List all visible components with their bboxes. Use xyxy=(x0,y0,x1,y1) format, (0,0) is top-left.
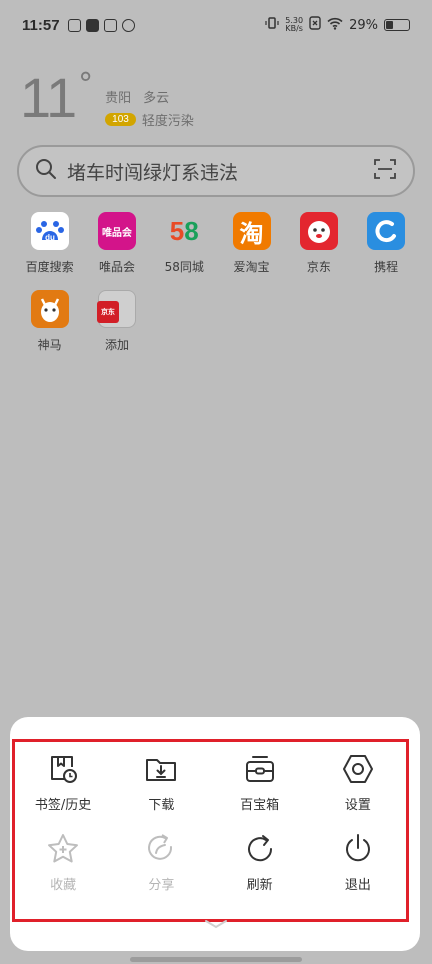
share-icon xyxy=(148,834,173,860)
menu-settings[interactable]: 设置 xyxy=(309,752,407,832)
menu-refresh[interactable]: 刷新 xyxy=(211,832,309,912)
menu-label: 分享 xyxy=(148,878,175,893)
shortcut-ctrip[interactable]: 携程 xyxy=(352,212,419,290)
shortcut-taobao[interactable]: 淘 爱淘宝 xyxy=(218,212,285,290)
search-bar[interactable]: 堵车时闯绿灯系违法 xyxy=(17,145,415,197)
shortcut-label: 添加 xyxy=(104,338,129,352)
status-time: 11:57 xyxy=(22,16,60,34)
download-icon xyxy=(146,759,177,781)
tiktok-notification-icon xyxy=(85,18,99,32)
scan-icon[interactable] xyxy=(373,157,397,185)
shortcut-shenma[interactable]: 神马 xyxy=(16,290,83,368)
refresh-icon xyxy=(247,835,272,862)
link-notification-icon xyxy=(121,18,135,32)
menu-label: 收藏 xyxy=(50,878,77,893)
58-icon: 58 xyxy=(169,215,199,246)
collapse-chevron-icon[interactable] xyxy=(202,918,230,930)
ctrip-icon xyxy=(367,212,406,250)
search-query: 堵车时闯绿灯系违法 xyxy=(67,161,239,184)
aqi-badge: 103 xyxy=(105,112,136,126)
menu-label: 刷新 xyxy=(246,878,273,893)
menu-download[interactable]: 下载 xyxy=(112,752,210,832)
notification-icons xyxy=(67,18,135,32)
menu-grid: 书签/历史 下载 百宝箱 设置 收藏 分享 刷新 退出 xyxy=(14,742,407,919)
weather-city: 贵阳 xyxy=(105,90,132,106)
menu-label: 设置 xyxy=(344,798,371,813)
shortcut-label: 百度搜索 xyxy=(25,260,74,274)
toolbox-icon xyxy=(245,756,274,782)
notification-app-icon xyxy=(67,18,81,32)
power-icon xyxy=(345,834,370,862)
shortcut-label: 唯品会 xyxy=(98,260,135,274)
battery-icon xyxy=(384,19,410,31)
temperature: 11 xyxy=(20,66,77,129)
menu-label: 退出 xyxy=(344,878,371,893)
vibrate-icon xyxy=(265,16,279,34)
vipshop-icon: 唯品会 xyxy=(97,212,136,250)
no-sim-icon xyxy=(309,16,321,34)
menu-exit[interactable]: 退出 xyxy=(309,832,407,912)
home-indicator xyxy=(130,957,302,962)
shortcut-label: 京东 xyxy=(306,260,331,274)
settings-icon xyxy=(342,755,373,783)
degree-symbol: ° xyxy=(78,67,94,102)
battery-percent: 29% xyxy=(349,17,378,33)
shortcut-label: 爱淘宝 xyxy=(233,260,270,274)
search-icon xyxy=(35,158,57,184)
menu-label: 百宝箱 xyxy=(240,798,280,813)
shortcut-add[interactable]: 京东 添加 xyxy=(83,290,150,368)
menu-label: 书签/历史 xyxy=(34,798,92,813)
network-speed: 5.30 KB/s xyxy=(285,17,303,33)
menu-bookmark-history[interactable]: 书签/历史 xyxy=(14,752,112,832)
shortcut-grid: du 百度搜索 唯品会 唯品会 58 58同城 淘 爱淘宝 京东 携程 神马 京… xyxy=(16,212,420,368)
mail-notification-icon xyxy=(103,18,117,32)
network-speed-unit: KB/s xyxy=(285,24,303,33)
shortcut-baidu[interactable]: du 百度搜索 xyxy=(16,212,83,290)
weather-details: 贵阳 多云 103 轻度污染 xyxy=(105,86,194,129)
wifi-icon xyxy=(327,17,343,34)
system-status: 5.30 KB/s 29% xyxy=(265,16,410,34)
shortcut-jd[interactable]: 京东 xyxy=(285,212,352,290)
shortcut-label: 58同城 xyxy=(164,260,204,274)
battery-level xyxy=(386,21,393,29)
weather-condition: 多云 xyxy=(143,90,170,106)
star-icon xyxy=(48,834,79,863)
shortcut-vipshop[interactable]: 唯品会 唯品会 xyxy=(83,212,150,290)
shenma-icon xyxy=(30,290,69,328)
menu-label: 下载 xyxy=(148,798,175,813)
jd-icon xyxy=(299,212,338,250)
add-icon: 京东 xyxy=(96,290,136,328)
status-bar: 11:57 5.30 KB/s 29% xyxy=(0,0,432,50)
shortcut-label: 神马 xyxy=(37,338,62,352)
menu-share[interactable]: 分享 xyxy=(112,832,210,912)
menu-favorite[interactable]: 收藏 xyxy=(14,832,112,912)
svg-text:du: du xyxy=(45,233,55,242)
shortcut-58[interactable]: 58 58同城 xyxy=(151,212,218,290)
taobao-icon: 淘 xyxy=(232,212,271,250)
menu-toolbox[interactable]: 百宝箱 xyxy=(211,752,309,832)
baidu-icon: du xyxy=(30,212,69,250)
shortcut-label: 携程 xyxy=(374,260,399,274)
weather-widget[interactable]: 11 ° 贵阳 多云 103 轻度污染 xyxy=(20,70,194,129)
bookmark-history-icon xyxy=(51,756,78,783)
aqi-label: 轻度污染 xyxy=(141,113,194,129)
